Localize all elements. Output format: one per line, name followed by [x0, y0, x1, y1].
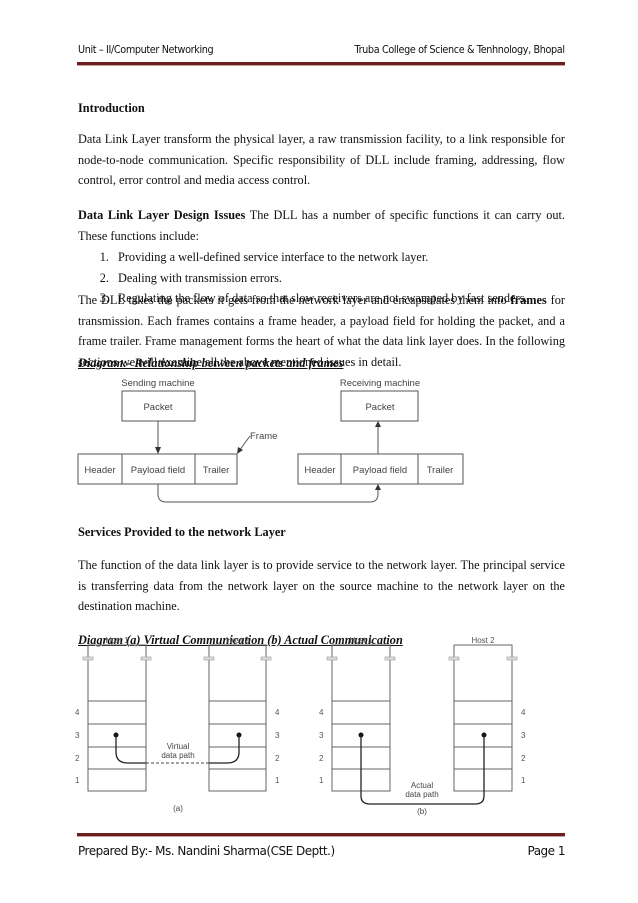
actual-label: Actual [411, 781, 433, 790]
footer-right: Page 1 [527, 844, 566, 858]
layer-number: 2 [75, 754, 80, 763]
diagram-b-label: (b) [417, 807, 427, 816]
interface-icon [384, 656, 396, 661]
layer-number: 4 [275, 708, 280, 717]
layer-number: 3 [521, 731, 526, 740]
interface-icon [448, 656, 460, 661]
layer-number: 1 [319, 776, 324, 785]
host-label: Host 2 [226, 636, 250, 645]
interface-icon [82, 656, 94, 661]
interface-icon [326, 656, 338, 661]
interface-icon [140, 656, 152, 661]
layer-number: 2 [319, 754, 324, 763]
layer-number: 3 [75, 731, 80, 740]
virtual-path-left [115, 735, 146, 764]
layer-number: 4 [521, 708, 526, 717]
actual-label: data path [405, 790, 438, 799]
diagram-a-label: (a) [173, 804, 183, 813]
virtual-path-right [209, 735, 240, 764]
layer-number: 1 [521, 776, 526, 785]
layer-number: 1 [275, 776, 280, 785]
host-label: Host 1 [105, 636, 129, 645]
host-label: Host 2 [471, 636, 495, 645]
layer-number: 2 [521, 754, 526, 763]
layer-number: 2 [275, 754, 280, 763]
page-footer: Prepared By:- Ms. Nandini Sharma(CSE Dep… [78, 844, 565, 858]
layer-number: 4 [319, 708, 324, 717]
layer-number: 4 [75, 708, 80, 717]
interface-icon [260, 656, 272, 661]
layer-number: 3 [275, 731, 280, 740]
virtual-label: Virtual [167, 742, 190, 751]
interface-icon [203, 656, 215, 661]
host-label: Host 1 [349, 636, 373, 645]
layer-number: 3 [319, 731, 324, 740]
interface-icon [506, 656, 518, 661]
footer-rule [77, 833, 565, 837]
footer-left: Prepared By:- Ms. Nandini Sharma(CSE Dep… [78, 844, 335, 858]
layer-number: 1 [75, 776, 80, 785]
communication-diagram: Host 1 4 3 2 1 Host 2 4 3 2 1 Host 1 4 3 2 1 Host 2 4 3 2 1… [75, 636, 526, 816]
virtual-label: data path [161, 751, 194, 760]
